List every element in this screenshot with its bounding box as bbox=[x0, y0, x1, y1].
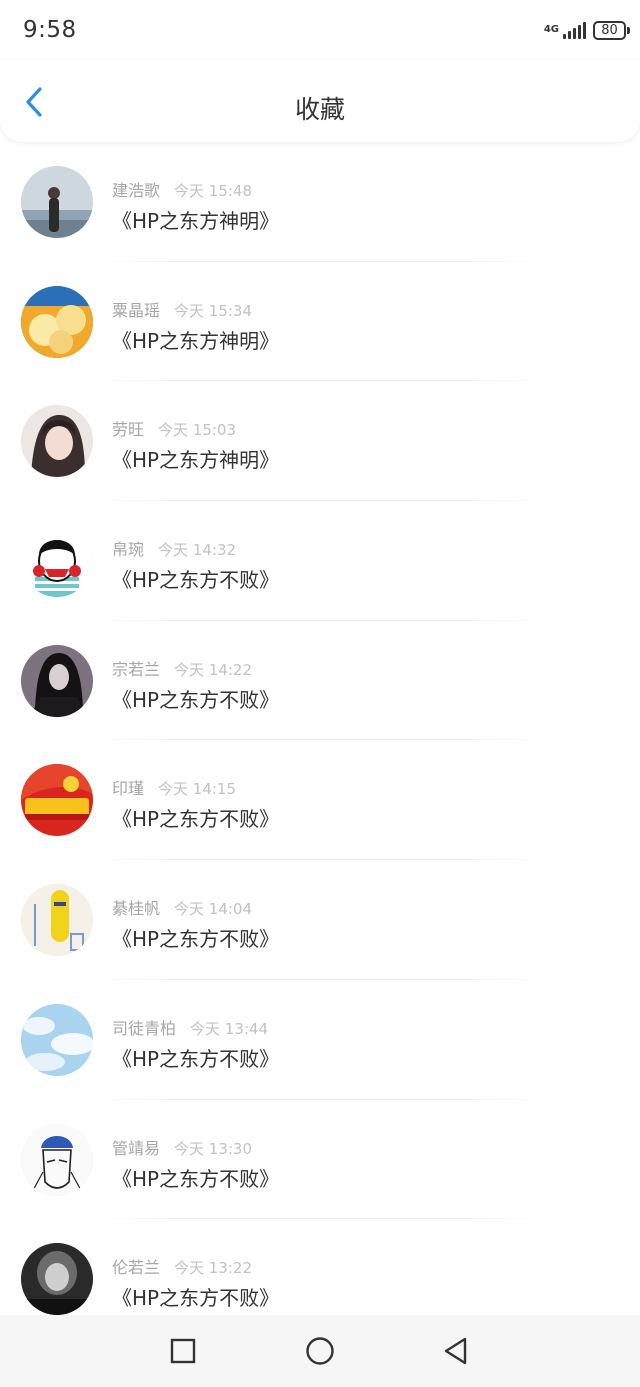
book-title[interactable]: 《HP之东方不败》 bbox=[112, 803, 279, 832]
user-name: 建浩歌 bbox=[112, 181, 161, 200]
book-title[interactable]: 《HP之东方不败》 bbox=[112, 684, 279, 713]
status-time: 9:58 bbox=[23, 17, 77, 43]
book-title[interactable]: 《HP之东方不败》 bbox=[112, 564, 279, 593]
avatar bbox=[21, 884, 93, 957]
square-icon bbox=[170, 1338, 196, 1364]
system-back-button[interactable] bbox=[437, 1333, 473, 1369]
timestamp: 今天 13:30 bbox=[174, 1139, 253, 1158]
user-name: 宗若兰 bbox=[112, 659, 161, 679]
book-title[interactable]: 《HP之东方不败》 bbox=[112, 1282, 279, 1311]
home-button[interactable] bbox=[302, 1333, 338, 1369]
recent-apps-button[interactable] bbox=[165, 1333, 201, 1369]
user-name: 司徒青柏 bbox=[112, 1018, 177, 1038]
user-name: 管靖易 bbox=[112, 1138, 161, 1158]
book-title[interactable]: 《HP之东方不败》 bbox=[112, 1163, 279, 1192]
avatar bbox=[21, 285, 93, 358]
book-title[interactable]: 《HP之东方不败》 bbox=[112, 923, 279, 952]
list-item[interactable]: 粟晶瑶 今天 15:34 《HP之东方神明》 bbox=[0, 262, 640, 382]
timestamp: 今天 13:22 bbox=[174, 1259, 253, 1278]
header: 收藏 bbox=[0, 60, 640, 142]
avatar bbox=[21, 525, 93, 598]
timestamp: 今天 15:48 bbox=[174, 182, 253, 200]
status-bar: 9:58 4G 80 bbox=[0, 0, 640, 60]
avatar bbox=[21, 1123, 93, 1196]
avatar bbox=[21, 405, 93, 478]
user-name: 粟晶瑶 bbox=[112, 300, 161, 320]
user-name: 伦若兰 bbox=[112, 1258, 161, 1278]
system-nav-bar bbox=[0, 1315, 640, 1387]
timestamp: 今天 15:03 bbox=[158, 421, 237, 440]
timestamp: 今天 14:04 bbox=[174, 900, 253, 919]
list-item[interactable]: 綦桂帆 今天 14:04 《HP之东方不败》 bbox=[0, 860, 640, 980]
list-item[interactable]: 帛琬 今天 14:32 《HP之东方不败》 bbox=[0, 501, 640, 621]
list-item[interactable]: 建浩歌 今天 15:48 《HP之东方神明》 bbox=[0, 142, 640, 262]
book-title[interactable]: 《HP之东方神明》 bbox=[112, 205, 279, 234]
book-title[interactable]: 《HP之东方神明》 bbox=[112, 444, 279, 473]
timestamp: 今天 15:34 bbox=[174, 301, 253, 320]
user-name: 印瑾 bbox=[112, 779, 145, 799]
favorites-page: 9:58 4G 80 收藏 建浩歌 今天 15:48 《HP之东方神明》 粟晶瑶… bbox=[0, 0, 640, 1387]
user-name: 劳旺 bbox=[112, 420, 145, 440]
triangle-back-icon bbox=[444, 1337, 467, 1365]
avatar bbox=[21, 764, 93, 837]
timestamp: 今天 14:32 bbox=[158, 541, 237, 560]
avatar bbox=[21, 1003, 93, 1076]
book-title[interactable]: 《HP之东方神明》 bbox=[112, 325, 279, 354]
page-title: 收藏 bbox=[294, 95, 345, 124]
book-title[interactable]: 《HP之东方不败》 bbox=[112, 1043, 279, 1072]
avatar bbox=[21, 644, 93, 717]
status-icons: 4G 80 bbox=[543, 19, 630, 41]
signal-icon bbox=[561, 21, 586, 39]
list-item[interactable]: 劳旺 今天 15:03 《HP之东方神明》 bbox=[0, 381, 640, 502]
user-name: 帛琬 bbox=[112, 540, 145, 560]
list-item[interactable]: 宗若兰 今天 14:22 《HP之东方不败》 bbox=[0, 621, 640, 741]
user-name: 綦桂帆 bbox=[112, 899, 161, 919]
timestamp: 今天 13:44 bbox=[190, 1019, 269, 1038]
avatar bbox=[21, 1243, 93, 1316]
list-item[interactable]: 管靖易 今天 13:30 《HP之东方不败》 bbox=[0, 1100, 640, 1220]
list-item[interactable]: 司徒青柏 今天 13:44 《HP之东方不败》 bbox=[0, 980, 640, 1100]
timestamp: 今天 14:15 bbox=[158, 780, 237, 799]
timestamp: 今天 14:22 bbox=[174, 660, 253, 679]
list-item[interactable]: 印瑾 今天 14:15 《HP之东方不败》 bbox=[0, 740, 640, 861]
battery-icon: 80 bbox=[593, 20, 630, 40]
avatar bbox=[21, 166, 93, 238]
circle-icon bbox=[306, 1337, 334, 1365]
favorites-list: 建浩歌 今天 15:48 《HP之东方神明》 粟晶瑶 今天 15:34 《HP之东方… bbox=[0, 142, 640, 1339]
network-type: 4G bbox=[543, 24, 559, 35]
